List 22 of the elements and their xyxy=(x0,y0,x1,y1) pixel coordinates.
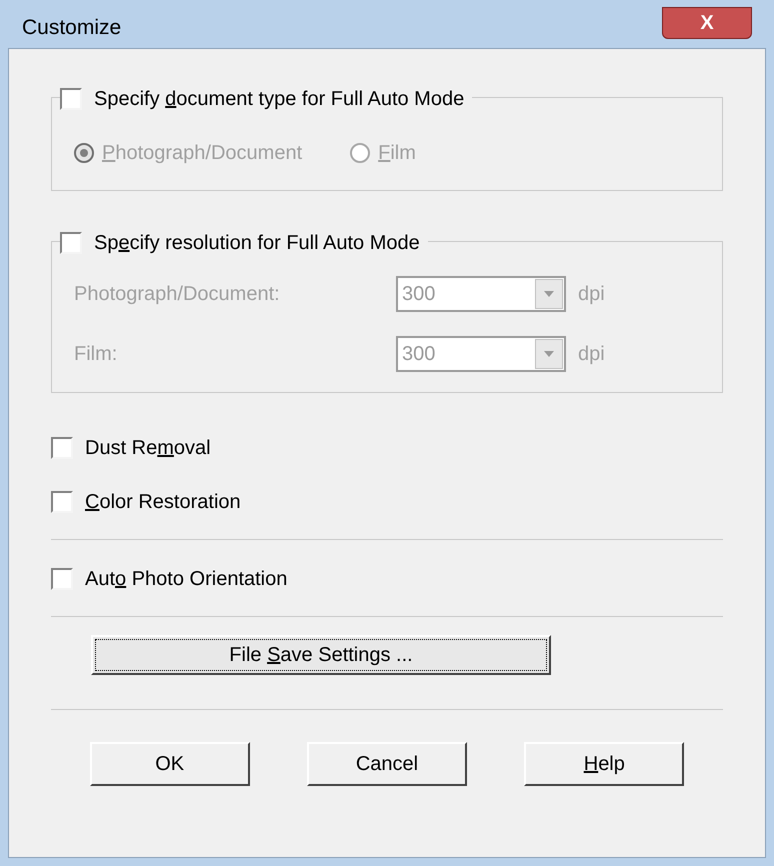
file-save-settings-button[interactable]: File Save Settings ... xyxy=(91,635,551,675)
dialog-button[interactable]: Cancel xyxy=(306,742,467,786)
unit-label: dpi xyxy=(578,342,605,367)
window-title: Customize xyxy=(22,15,122,42)
checkbox-label: Specify resolution for Full Auto Mode xyxy=(94,231,420,256)
dialog-button[interactable]: Help xyxy=(524,742,684,786)
radio-label: Photograph/Document xyxy=(102,141,302,166)
dropdown-value: 300 xyxy=(401,282,436,307)
field-label: Photograph/Document: xyxy=(74,282,281,307)
checkbox[interactable] xyxy=(51,437,73,459)
unit-label: dpi xyxy=(578,282,605,307)
dialog-button[interactable]: OK xyxy=(90,742,250,786)
checkbox-label: Specify document type for Full Auto Mode xyxy=(94,87,464,112)
checkbox-label: Dust Removal xyxy=(85,436,211,461)
checkbox-label: Auto Photo Orientation xyxy=(85,567,288,592)
radio-label: Film xyxy=(378,141,416,166)
close-button[interactable]: X xyxy=(662,7,752,39)
dropdown-value: 300 xyxy=(401,342,436,367)
field-label: Film: xyxy=(74,342,118,367)
checkbox[interactable] xyxy=(51,568,73,590)
checkbox-label: Color Restoration xyxy=(85,490,241,515)
checkbox[interactable] xyxy=(51,491,73,513)
